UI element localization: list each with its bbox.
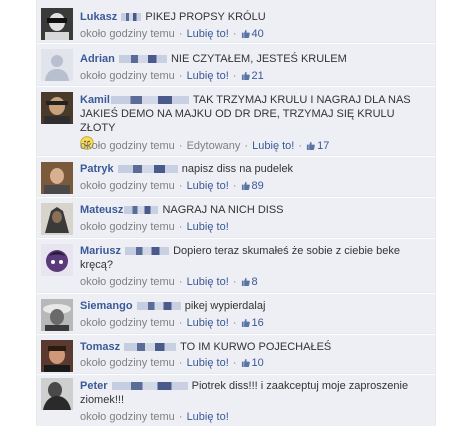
comment-time[interactable]: około godziny temu xyxy=(80,276,175,288)
avatar[interactable] xyxy=(41,92,73,124)
comment: Peter Piotrek diss!!! i zaakceptuj moje … xyxy=(37,375,435,426)
like-button[interactable]: Lubię to! xyxy=(187,317,229,329)
thumbs-up-icon xyxy=(241,318,250,327)
comment: Siemango pikej wypierdalaj około godziny… xyxy=(37,294,435,334)
comment: Adrian NIE CZYTAŁEM, JESTEŚ KRULEM około… xyxy=(37,44,435,86)
avatar[interactable] xyxy=(41,299,73,331)
like-count[interactable]: 21 xyxy=(241,70,264,82)
like-count[interactable]: 40 xyxy=(241,28,264,40)
avatar[interactable] xyxy=(41,162,73,194)
like-count[interactable]: 16 xyxy=(241,317,264,329)
like-count[interactable]: 8 xyxy=(241,276,258,288)
comment-meta: około godziny temu · Lubię to! xyxy=(80,411,229,423)
like-button[interactable]: Lubię to! xyxy=(187,70,229,82)
redacted-surname xyxy=(118,55,167,64)
redacted-surname xyxy=(125,247,170,256)
comment: Patryk napisz diss na pudelek około godz… xyxy=(37,157,435,197)
comment-text: NIE CZYTAŁEM, JESTEŚ KRULEM xyxy=(170,53,347,65)
comment-author[interactable]: Siemango xyxy=(80,300,133,312)
comment-meta: około godziny temu · Edytowany · Lubię t… xyxy=(80,140,330,152)
comment-author[interactable]: Mateusz xyxy=(80,204,123,216)
comment-author[interactable]: Lukasz xyxy=(80,11,117,23)
redacted-surname xyxy=(110,96,189,105)
like-button[interactable]: Lubię to! xyxy=(187,411,229,423)
comment-text: TO IM KURWO POJECHAŁEŚ xyxy=(180,341,332,353)
like-count[interactable]: 17 xyxy=(306,140,329,152)
comment-meta: około godziny temu · Lubię to! · 21 xyxy=(80,70,264,82)
comment-time[interactable]: około godziny temu xyxy=(80,28,175,40)
comments-panel: Lukasz PIKEJ PROPSY KRÓLU około godziny … xyxy=(36,0,436,426)
avatar[interactable] xyxy=(41,203,73,235)
comment: Mateusz NAGRAJ NA NICH DISS około godzin… xyxy=(37,198,435,238)
comment-text: pikej wypierdalaj xyxy=(184,300,266,312)
comment: Kamil TAK TRZYMAJ KRULU I NAGRAJ DLA NAS… xyxy=(37,87,435,156)
comment-author[interactable]: Peter xyxy=(80,380,108,392)
comment: Lukasz PIKEJ PROPSY KRÓLU około godziny … xyxy=(37,0,435,43)
thumbs-up-icon xyxy=(241,71,250,80)
like-button[interactable]: Lubię to! xyxy=(187,276,229,288)
comment-time[interactable]: około godziny temu xyxy=(80,411,175,423)
redacted-surname xyxy=(124,343,177,352)
redacted-surname xyxy=(121,13,142,22)
thumbs-up-icon xyxy=(241,181,250,190)
comment-author[interactable]: Patryk xyxy=(80,163,114,175)
thumbs-up-icon xyxy=(241,277,250,286)
like-button[interactable]: Lubię to! xyxy=(187,180,229,192)
comment-meta: około godziny temu · Lubię to! · 8 xyxy=(80,276,258,288)
edited-label[interactable]: Edytowany xyxy=(187,140,241,152)
like-count[interactable]: 10 xyxy=(241,357,264,369)
comment-time[interactable]: około godziny temu xyxy=(80,70,175,82)
thumbs-up-icon xyxy=(307,141,315,150)
redacted-surname xyxy=(136,302,181,311)
comment-meta: około godziny temu · Lubię to! · 10 xyxy=(80,357,264,369)
comment-meta: około godziny temu · Lubię to! · 89 xyxy=(80,180,264,192)
comment-time[interactable]: około godziny temu xyxy=(80,221,175,233)
comment-meta: około godziny temu · Lubię to! · 16 xyxy=(80,317,264,329)
comment-author[interactable]: Adrian xyxy=(80,53,115,65)
comment-text: PIKEJ PROPSY KRÓLU xyxy=(145,11,266,23)
redacted-surname xyxy=(124,206,159,215)
thumbs-up-icon xyxy=(241,358,250,367)
avatar[interactable] xyxy=(41,244,73,276)
comment-meta: około godziny temu · Lubię to! xyxy=(80,221,229,233)
avatar[interactable] xyxy=(41,49,73,81)
like-button[interactable]: Lubię to! xyxy=(187,357,229,369)
avatar[interactable] xyxy=(41,8,73,40)
comment: Mariusz Dopiero teraz skumałeś że sobie … xyxy=(37,239,435,293)
comment-time[interactable]: około godziny temu xyxy=(80,357,175,369)
avatar[interactable] xyxy=(41,340,73,372)
redacted-surname xyxy=(117,165,178,174)
comment-author[interactable]: Tomasz xyxy=(80,341,120,353)
redacted-surname xyxy=(111,382,188,391)
like-button[interactable]: Lubię to! xyxy=(187,221,229,233)
thumbs-up-icon xyxy=(241,29,250,38)
comment-text: NAGRAJ NA NICH DISS xyxy=(162,204,284,216)
comment-text: napisz diss na pudelek xyxy=(181,163,294,175)
comment-meta: około godziny temu · Lubię to! · 40 xyxy=(80,28,264,40)
comment-time[interactable]: około godziny temu xyxy=(80,317,175,329)
like-count[interactable]: 89 xyxy=(241,180,264,192)
comment: Tomasz TO IM KURWO POJECHAŁEŚ około godz… xyxy=(37,335,435,374)
like-button[interactable]: Lubię to! xyxy=(187,28,229,40)
like-button[interactable]: Lubię to! xyxy=(252,140,294,152)
avatar[interactable] xyxy=(41,378,73,410)
comment-author[interactable]: Kamil xyxy=(80,94,110,106)
comment-author[interactable]: Mariusz xyxy=(80,245,121,257)
comment-time[interactable]: około godziny temu xyxy=(80,140,175,152)
comment-time[interactable]: około godziny temu xyxy=(80,180,175,192)
